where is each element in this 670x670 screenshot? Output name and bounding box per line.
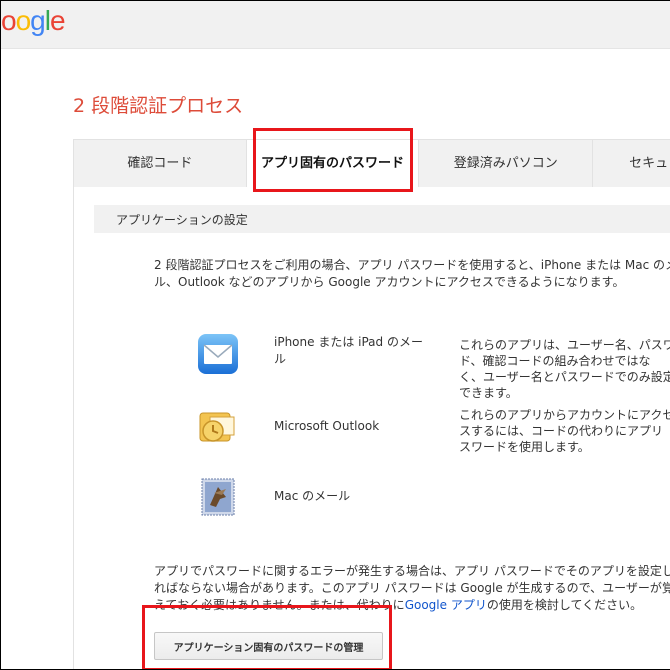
app-label: Microsoft Outlook [274, 419, 380, 433]
logo-letter-o1: o [1, 5, 17, 36]
mail-app-icon [196, 332, 240, 376]
note-line: これらのアプリは、ユーザー名、パスワ [459, 338, 670, 352]
error-help-text: アプリでパスワードに関するエラーが発生する場合は、アプリ パスワードでそのアプリ… [154, 563, 670, 614]
google-app-link[interactable]: Google アプリ [405, 598, 487, 612]
top-bar: oogle [1, 1, 670, 49]
intro-text: 2 段階認証プロセスをご利用の場合、アプリ パスワードを使用すると、iPhone… [154, 257, 670, 291]
app-row-mac-mail: Mac のメール [196, 475, 350, 519]
window-frame: oogle 2 段階認証プロセス 確認コード アプリ固有のパスワード 登録済みパ… [0, 0, 670, 670]
intro-line: 2 段階認証プロセスをご利用の場合、アプリ パスワードを使用すると、iPhone… [154, 258, 670, 272]
app-note-2: これらのアプリからアカウントにアクセ スするには、コードの代わりにアプリ スワー… [459, 407, 670, 455]
note-line: これらのアプリからアカウントにアクセ [459, 408, 670, 422]
app-label: iPhone または iPad のメール [274, 335, 423, 366]
tab-security[interactable]: セキュリ [593, 140, 670, 188]
help-line: アプリでパスワードに関するエラーが発生する場合は、アプリ パスワードでそのアプリ… [154, 564, 670, 578]
help-line: ればならない場合があります。このアプリ パスワードは Google が生成するの… [154, 581, 670, 595]
logo-letter-e: e [49, 5, 66, 36]
note-line: く、ユーザー名とパスワードでのみ設定 [459, 370, 670, 384]
tab-verification-codes[interactable]: 確認コード [74, 140, 247, 188]
app-row-outlook: Microsoft Outlook [196, 405, 379, 449]
help-line: えておく必要はありません。または、代わりにGoogle アプリの使用を検討してく… [154, 597, 670, 614]
logo-letter-g: g [30, 5, 46, 36]
google-logo[interactable]: oogle [1, 5, 66, 37]
tab-content: アプリケーションの設定 2 段階認証プロセスをご利用の場合、アプリ パスワードを… [73, 187, 670, 669]
mac-mail-icon [196, 475, 240, 519]
help-line-tail: の使用を検討してください。 [486, 598, 643, 612]
intro-line: ル、Outlook などのアプリから Google アカウントにアクセスできるよ… [154, 275, 625, 289]
section-header: アプリケーションの設定 [94, 205, 670, 233]
page-title: 2 段階認証プロセス [73, 95, 244, 117]
manage-app-passwords-button[interactable]: アプリケーション固有のパスワードの管理 [154, 632, 383, 660]
app-label: Mac のメール [274, 489, 351, 503]
logo-letter-o2: o [15, 5, 32, 36]
tab-bar: 確認コード アプリ固有のパスワード 登録済みパソコン セキュリ [73, 139, 670, 188]
help-line-text: えておく必要はありません。または、代わりに [154, 598, 405, 612]
note-line: スワードを使用します。 [459, 440, 590, 454]
note-line: できます。 [459, 386, 518, 400]
note-line: スするには、コードの代わりにアプリ [459, 424, 664, 438]
tab-registered-computers[interactable]: 登録済みパソコン [419, 140, 594, 188]
note-line: ド、確認コードの組み合わせではな [459, 354, 651, 368]
app-note-1: これらのアプリは、ユーザー名、パスワ ド、確認コードの組み合わせではな く、ユー… [459, 337, 670, 401]
outlook-icon [196, 405, 240, 449]
tab-app-passwords[interactable]: アプリ固有のパスワード [246, 140, 420, 188]
app-row-iphone-mail: iPhone または iPad のメール [196, 332, 423, 376]
